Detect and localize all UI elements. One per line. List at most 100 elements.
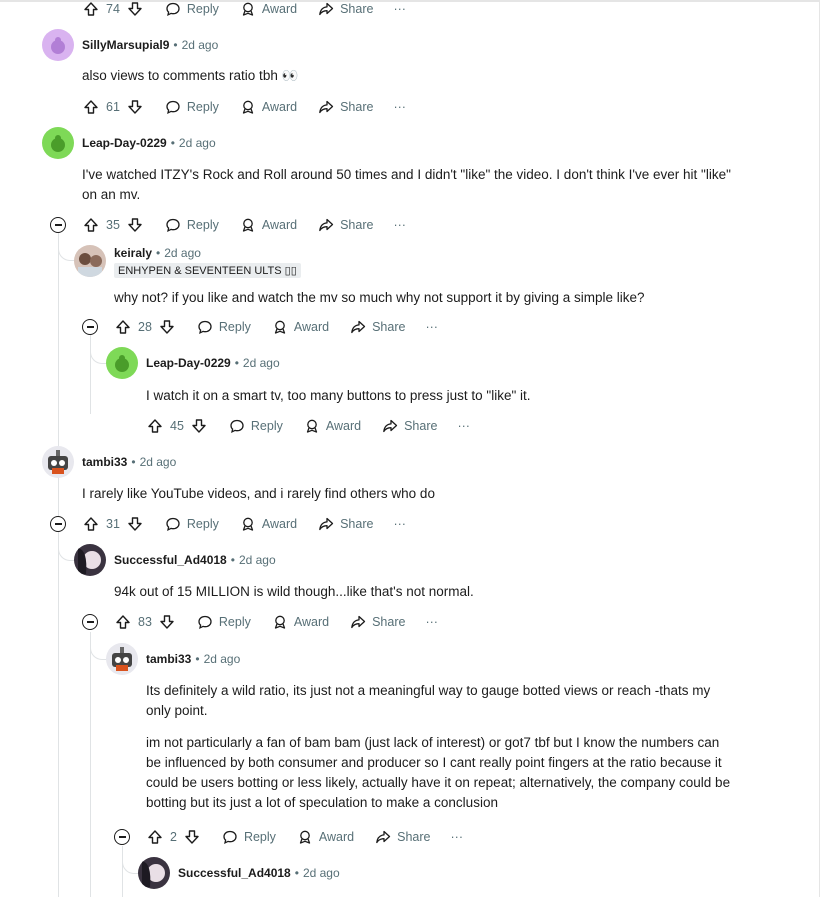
downvote-icon[interactable] — [126, 216, 144, 234]
upvote-icon[interactable] — [146, 417, 164, 435]
author-name[interactable]: tambi33 — [82, 455, 127, 469]
author-name[interactable]: Successful_Ad4018 — [114, 553, 227, 567]
share-button[interactable]: Share — [381, 417, 437, 435]
reply-label: Reply — [218, 615, 251, 629]
avatar[interactable] — [138, 857, 170, 889]
author-name[interactable]: Leap-Day-0229 — [146, 356, 231, 370]
timestamp[interactable]: 2d ago — [204, 652, 241, 666]
share-button[interactable]: Share — [317, 98, 373, 116]
avatar[interactable] — [42, 127, 74, 159]
upvote-icon[interactable] — [146, 828, 164, 846]
reply-button[interactable]: Reply — [164, 0, 219, 18]
thread-connector — [90, 634, 107, 660]
timestamp[interactable]: 2d ago — [239, 553, 276, 567]
share-button[interactable]: Share — [317, 0, 373, 18]
more-options-button[interactable]: ··· — [425, 320, 438, 334]
comment: Successful_Ad4018 • 2d ago — [74, 544, 276, 576]
award-label: Award — [325, 419, 362, 433]
timestamp[interactable]: 2d ago — [243, 356, 280, 370]
upvote-icon[interactable] — [82, 216, 100, 234]
collapse-thread-button[interactable] — [82, 614, 98, 630]
reply-button[interactable]: Reply — [221, 828, 276, 846]
award-label: Award — [293, 615, 330, 629]
downvote-icon[interactable] — [126, 515, 144, 533]
collapse-thread-button[interactable] — [114, 829, 130, 845]
share-label: Share — [404, 419, 438, 433]
upvote-icon[interactable] — [82, 515, 100, 533]
more-options-button[interactable]: ··· — [451, 830, 464, 844]
share-button[interactable]: Share — [374, 828, 431, 846]
reply-button[interactable]: Reply — [228, 417, 283, 435]
avatar[interactable] — [42, 29, 74, 61]
more-options-button[interactable]: ··· — [393, 517, 406, 531]
timestamp[interactable]: 2d ago — [182, 38, 219, 52]
collapse-thread-button[interactable] — [50, 516, 66, 532]
avatar[interactable] — [106, 643, 138, 675]
share-button[interactable]: Share — [317, 216, 373, 234]
avatar[interactable] — [106, 347, 138, 379]
upvote-icon[interactable] — [114, 318, 132, 336]
comment-header: keiraly • 2d ago ENHYPEN & SEVENTEEN ULT… — [74, 245, 301, 278]
collapse-thread-button[interactable] — [82, 319, 98, 335]
share-button[interactable]: Share — [317, 515, 373, 533]
comment-paragraph: im not particularly a fan of bam bam (ju… — [146, 735, 731, 810]
reply-button[interactable]: Reply — [164, 98, 219, 116]
author-name[interactable]: Leap-Day-0229 — [82, 136, 167, 150]
thread-connector — [58, 536, 75, 561]
avatar[interactable] — [74, 245, 106, 277]
reply-button[interactable]: Reply — [164, 216, 219, 234]
more-options-button[interactable]: ··· — [425, 615, 438, 629]
comment-body: Its definitely a wild ratio, its just no… — [146, 681, 736, 825]
downvote-icon[interactable] — [158, 318, 176, 336]
downvote-icon[interactable] — [158, 613, 176, 631]
author-name[interactable]: keiraly — [114, 246, 152, 260]
award-button[interactable]: Award — [239, 216, 297, 234]
timestamp[interactable]: 2d ago — [303, 866, 340, 880]
reply-button[interactable]: Reply — [164, 515, 219, 533]
upvote-icon[interactable] — [114, 613, 132, 631]
share-button[interactable]: Share — [349, 318, 405, 336]
more-options-button[interactable]: ··· — [393, 100, 406, 114]
comment-paragraph: I rarely like YouTube videos, and i rare… — [82, 486, 435, 501]
avatar[interactable] — [42, 446, 74, 478]
timestamp[interactable]: 2d ago — [179, 136, 216, 150]
comment-header: SillyMarsupial9 • 2d ago — [42, 29, 218, 61]
collapse-thread-button[interactable] — [50, 217, 66, 233]
more-options-button[interactable]: ··· — [393, 2, 406, 16]
downvote-icon[interactable] — [190, 417, 208, 435]
comment-header: Successful_Ad4018 • 2d ago — [74, 544, 276, 576]
award-icon — [239, 216, 257, 234]
share-label: Share — [372, 615, 406, 629]
comment-paragraph: I've watched ITZY's Rock and Roll around… — [82, 167, 731, 202]
downvote-icon[interactable] — [126, 98, 144, 116]
separator-dot: • — [294, 866, 299, 880]
author-name[interactable]: SillyMarsupial9 — [82, 38, 169, 52]
comment-actions: 2 Reply Award Share ··· — [146, 825, 483, 849]
downvote-icon[interactable] — [126, 0, 144, 18]
award-button[interactable]: Award — [239, 98, 297, 116]
author-name[interactable]: Successful_Ad4018 — [178, 866, 291, 880]
more-options-button[interactable]: ··· — [457, 419, 470, 433]
award-button[interactable]: Award — [303, 417, 361, 435]
reply-label: Reply — [243, 830, 276, 844]
share-button[interactable]: Share — [349, 613, 405, 631]
award-button[interactable]: Award — [239, 515, 297, 533]
award-button[interactable]: Award — [271, 613, 329, 631]
reply-button[interactable]: Reply — [196, 318, 251, 336]
author-name[interactable]: tambi33 — [146, 652, 191, 666]
reply-button[interactable]: Reply — [196, 613, 251, 631]
more-options-button[interactable]: ··· — [393, 218, 406, 232]
downvote-icon[interactable] — [183, 828, 201, 846]
avatar[interactable] — [74, 544, 106, 576]
award-icon — [303, 417, 321, 435]
upvote-icon[interactable] — [82, 0, 100, 18]
award-button[interactable]: Award — [239, 0, 297, 18]
award-button[interactable]: Award — [271, 318, 329, 336]
user-flair: ENHYPEN & SEVENTEEN ULTS ▯▯ — [114, 263, 301, 278]
share-icon — [317, 216, 335, 234]
timestamp[interactable]: 2d ago — [140, 455, 177, 469]
timestamp[interactable]: 2d ago — [164, 246, 201, 260]
reply-icon — [196, 613, 214, 631]
award-button[interactable]: Award — [296, 828, 354, 846]
upvote-icon[interactable] — [82, 98, 100, 116]
